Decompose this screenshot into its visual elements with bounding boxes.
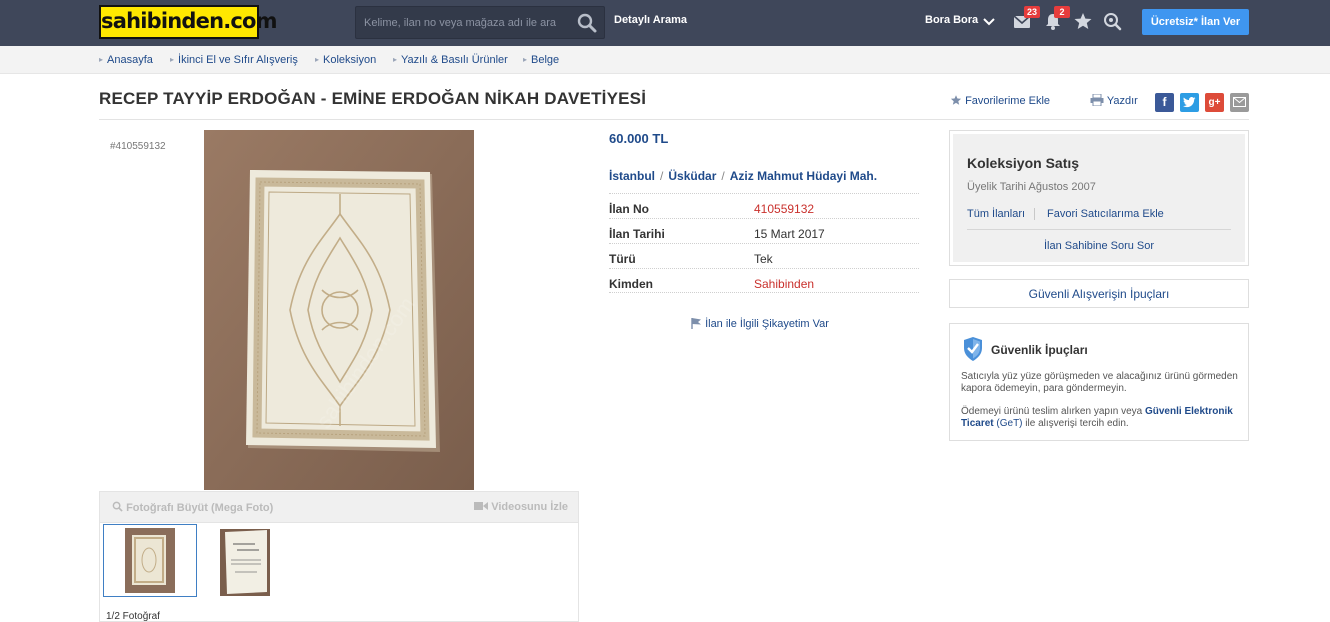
security-tip-2-prefix: Ödemeyi ürünü teslim alırken yapın veya: [961, 406, 1145, 417]
breadcrumb: Anasayfa İkinci El ve Sıfır Alışveriş Ko…: [0, 46, 1330, 74]
shield-icon: [964, 337, 982, 361]
info-row: İlan Tarihi 15 Mart 2017: [609, 218, 919, 243]
site-logo[interactable]: sahibinden.com: [99, 5, 278, 39]
info-key: Türü: [609, 252, 636, 266]
member-since-label: Üyelik Tarihi: [967, 181, 1027, 193]
location-city[interactable]: İstanbul: [609, 169, 655, 183]
info-row: Türü Tek: [609, 243, 919, 268]
post-listing-button[interactable]: Ücretsiz* İlan Ver: [1142, 9, 1249, 35]
listing-info-table: İlan No 410559132 İlan Tarihi 15 Mart 20…: [609, 193, 919, 293]
search-input[interactable]: [364, 14, 569, 32]
listing-price: 60.000 TL: [609, 131, 669, 146]
seller-link-divider: [1034, 208, 1035, 220]
seller-name[interactable]: Koleksiyon Satış: [967, 155, 1079, 171]
seller-member-since: Üyelik Tarihi Ağustos 2007: [967, 181, 1096, 193]
ask-seller-link[interactable]: İlan Sahibine Soru Sor: [953, 240, 1245, 252]
advanced-search-link[interactable]: Detaylı Arama: [614, 14, 687, 26]
video-camera-icon: [474, 502, 489, 510]
info-key: İlan Tarihi: [609, 227, 665, 241]
messages-badge: 23: [1024, 6, 1040, 18]
breadcrumb-printed[interactable]: Yazılı & Basılı Ürünler: [393, 54, 508, 66]
member-since-value: Ağustos 2007: [1028, 181, 1096, 193]
thumbnail-strip: 1/2 Fotoğraf: [99, 522, 579, 622]
location-neighborhood[interactable]: Aziz Mahmut Hüdayi Mah.: [730, 169, 877, 183]
breadcrumb-collection[interactable]: Koleksiyon: [315, 54, 376, 66]
top-bar: sahibinden.com Detaylı Arama Bora Bora 2…: [0, 0, 1330, 46]
seller-box: Koleksiyon Satış Üyelik Tarihi Ağustos 2…: [949, 130, 1249, 266]
title-divider: [99, 119, 1249, 120]
info-row: İlan No 410559132: [609, 193, 919, 218]
info-value: 15 Mart 2017: [754, 227, 825, 241]
secure-commerce-abbr: (GeT): [996, 418, 1023, 429]
favorites-button[interactable]: [1073, 11, 1095, 33]
photo-toolbar: Fotoğrafı Büyüt (Mega Foto) Videosunu İz…: [99, 491, 579, 523]
mega-photo-button[interactable]: Fotoğrafı Büyüt (Mega Foto): [112, 501, 273, 514]
info-row: Kimden Sahibinden: [609, 268, 919, 293]
security-tips-title: Güvenlik İpuçları: [991, 343, 1088, 357]
star-icon: [1074, 13, 1092, 29]
thumbnail-image: [215, 524, 309, 597]
info-key: İlan No: [609, 202, 650, 216]
main-photo[interactable]: sahibinden.com: [204, 130, 474, 490]
info-value: Tek: [754, 252, 773, 266]
security-tip-2: Ödemeyi ürünü teslim alırken yapın veya …: [961, 406, 1241, 430]
add-favorite-seller-link[interactable]: Favori Satıcılarıma Ekle: [1047, 208, 1164, 220]
thumbnail-2[interactable]: [215, 524, 309, 597]
printer-icon: [1090, 93, 1104, 107]
messages-button[interactable]: 23: [1012, 6, 1040, 33]
photo-count: 1/2 Fotoğraf: [106, 611, 160, 622]
report-listing-label: İlan ile İlgili Şikayetim Var: [705, 318, 829, 330]
report-listing-link[interactable]: İlan ile İlgili Şikayetim Var: [690, 317, 829, 330]
security-tips-box: Güvenlik İpuçları Satıcıyla yüz yüze gör…: [949, 323, 1249, 441]
breadcrumb-shopping[interactable]: İkinci El ve Sıfır Alışveriş: [170, 54, 298, 66]
twitter-share-icon[interactable]: [1180, 93, 1199, 112]
info-value: 410559132: [754, 202, 815, 216]
invitation-card-image: sahibinden.com: [204, 130, 474, 490]
video-label: Videosunu İzle: [491, 501, 568, 513]
location-district[interactable]: Üsküdar: [668, 169, 716, 183]
location-breadcrumb: İstanbul / Üsküdar / Aziz Mahmut Hüdayi Mah.: [609, 169, 878, 183]
video-button[interactable]: Videosunu İzle: [474, 501, 568, 513]
search-button[interactable]: [576, 12, 600, 34]
user-menu[interactable]: Bora Bora: [925, 14, 978, 26]
safe-shopping-tips-button[interactable]: Güvenli Alışverişin İpuçları: [949, 279, 1249, 308]
chevron-down-icon[interactable]: [982, 12, 996, 32]
notifications-button[interactable]: 2: [1043, 6, 1070, 33]
print-link[interactable]: Yazdır: [1090, 93, 1138, 107]
breadcrumb-home[interactable]: Anasayfa: [99, 54, 153, 66]
print-label: Yazdır: [1106, 95, 1138, 107]
mega-photo-label: Fotoğrafı Büyüt (Mega Foto): [126, 502, 274, 514]
saved-searches-button[interactable]: [1102, 11, 1124, 33]
security-tip-1: Satıcıyla yüz yüze görüşmeden ve alacağı…: [961, 371, 1238, 394]
notifications-badge: 2: [1054, 6, 1070, 18]
breadcrumb-document[interactable]: Belge: [523, 54, 559, 66]
info-value: Sahibinden: [754, 277, 815, 291]
seller-all-listings-link[interactable]: Tüm İlanları: [967, 208, 1025, 220]
listing-title: RECEP TAYYİP ERDOĞAN - EMİNE ERDOĞAN NİK…: [99, 89, 647, 108]
add-favorite-label: Favorilerime Ekle: [965, 95, 1051, 107]
thumbnail-1[interactable]: [103, 524, 197, 597]
email-share-icon[interactable]: [1230, 93, 1249, 112]
search-icon: [577, 13, 597, 33]
seller-divider: [967, 229, 1231, 230]
add-favorite-link[interactable]: Favorilerime Ekle: [950, 94, 1050, 107]
thumbnail-image: [104, 525, 196, 596]
search-box: [355, 6, 605, 39]
star-icon: [950, 95, 962, 105]
google-plus-share-icon[interactable]: g+: [1205, 93, 1224, 112]
facebook-share-icon[interactable]: f: [1155, 93, 1174, 112]
flag-icon: [691, 318, 701, 329]
search-star-icon: [1104, 13, 1122, 31]
security-tip-2-suffix: ile alışverişi tercih edin.: [1022, 418, 1129, 429]
listing-id: #410559132: [110, 141, 166, 152]
magnifier-icon: [112, 501, 123, 512]
info-key: Kimden: [609, 277, 654, 291]
